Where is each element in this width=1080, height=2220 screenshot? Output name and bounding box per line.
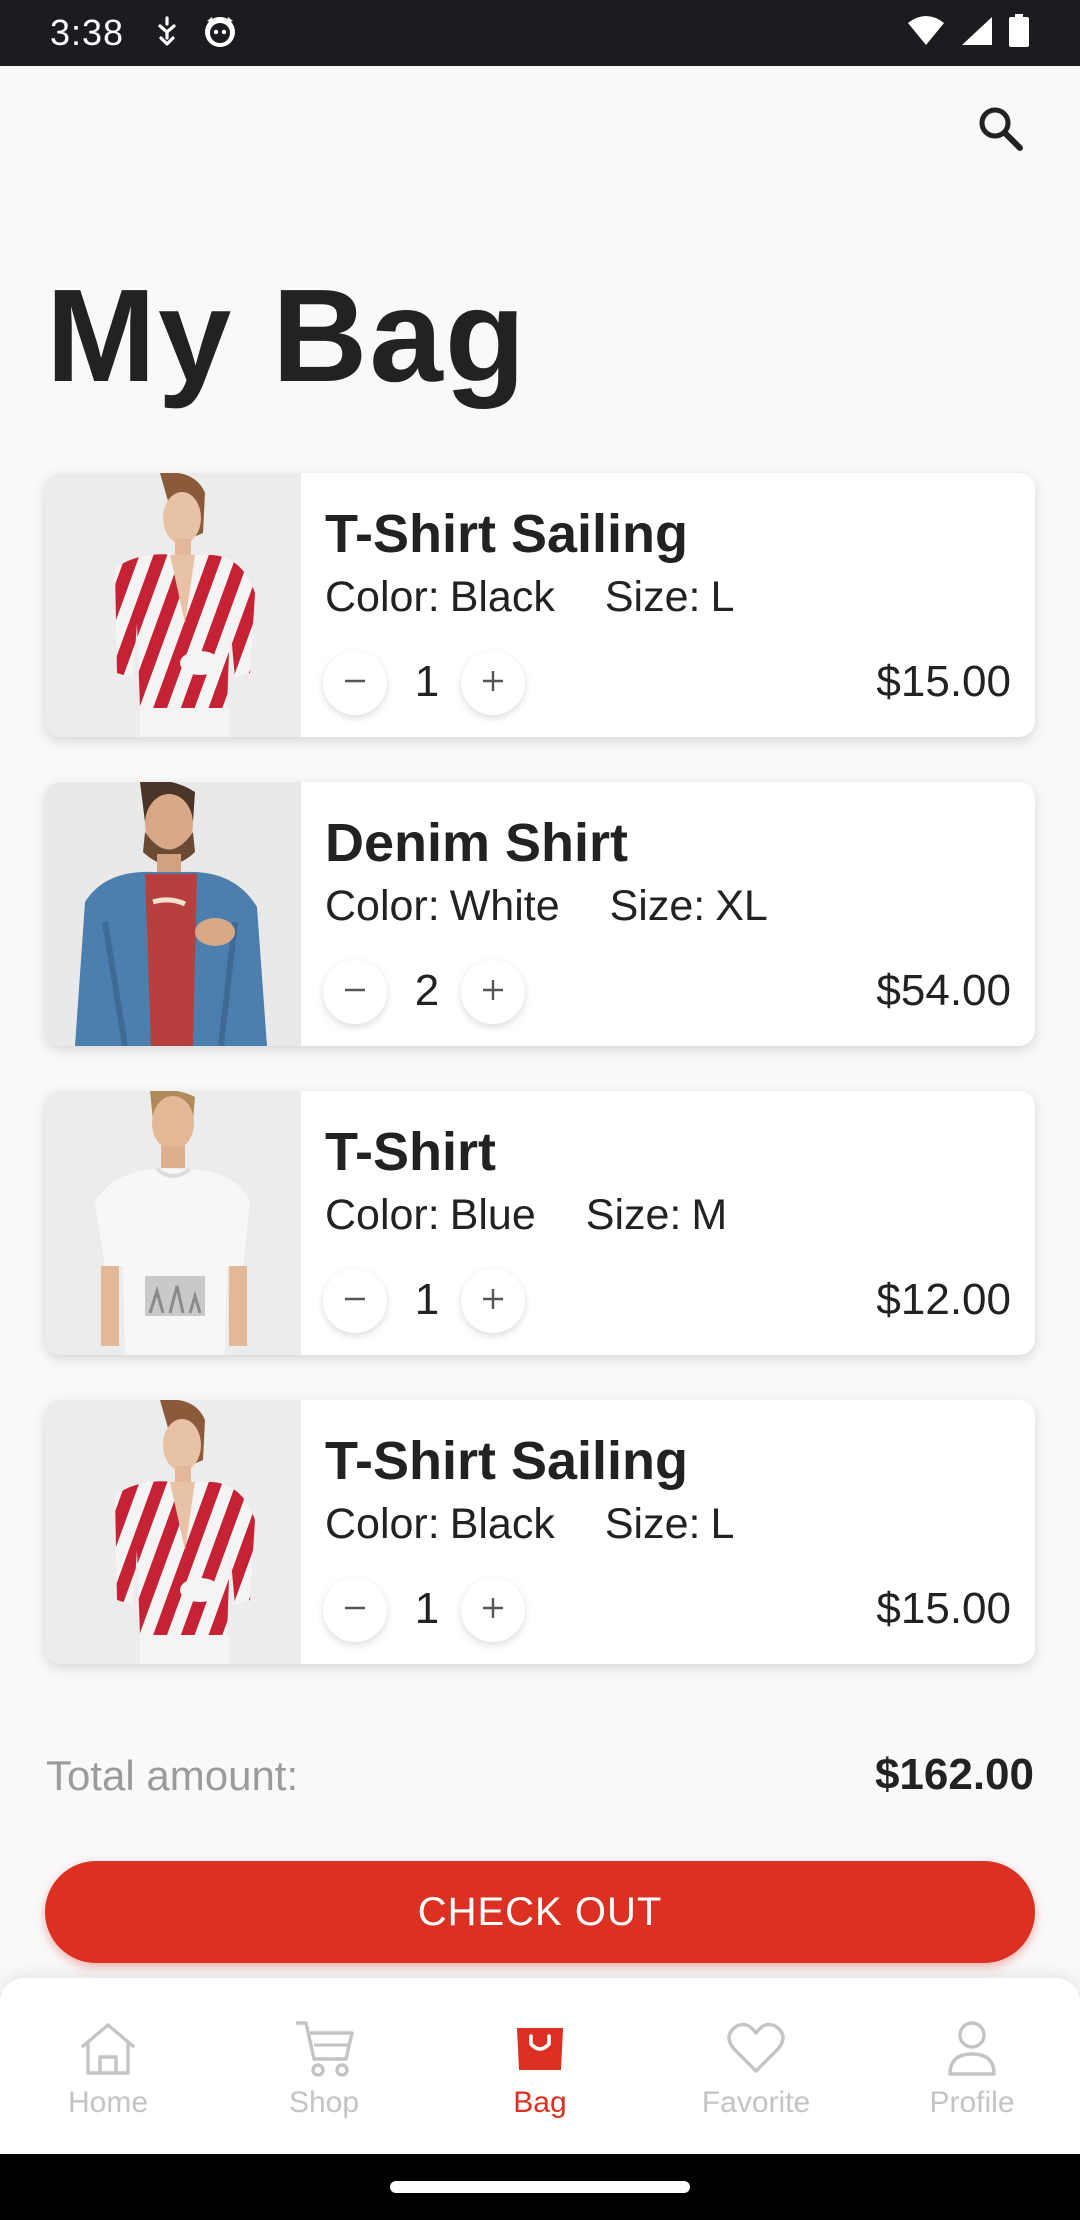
increase-quantity-button[interactable] [461,1269,525,1333]
battery-icon [1008,13,1030,53]
item-price: $54.00 [876,966,1011,1015]
quantity-value: 1 [414,657,440,706]
status-time: 3:38 [50,12,125,53]
total-amount-label: Total amount: [46,1752,299,1799]
nav-item-home[interactable]: Home [0,1978,216,2154]
status-bar: 3:38 [0,0,1080,66]
nav-item-profile[interactable]: Profile [864,1978,1080,2154]
checkout-button[interactable]: CHECK OUT [45,1861,1035,1963]
color-value: Blue [449,1191,536,1239]
signal-icon [960,15,994,52]
minus-icon [342,1595,368,1626]
item-name: T-Shirt Sailing [325,504,689,564]
product-image-striped-blouse[interactable] [45,1400,301,1664]
nav-label: Shop [288,2086,360,2119]
decrease-quantity-button[interactable] [323,651,387,715]
product-image-denim-shirt[interactable] [45,782,301,1046]
heart-icon [724,2016,788,2080]
status-notification-icons [154,13,238,54]
nav-label: Bag [513,2086,567,2119]
size-label: Size: [585,1191,682,1239]
system-gesture-bar [0,2154,1080,2220]
nav-item-bag[interactable]: Bag [432,1978,648,2154]
color-value: Black [449,1500,555,1548]
size-label: Size: [609,882,706,930]
color-label: Color: [325,573,440,621]
quantity-value: 1 [414,1275,440,1324]
decrease-quantity-button[interactable] [323,960,387,1024]
item-name: T-Shirt Sailing [325,1431,689,1491]
home-icon [76,2016,140,2080]
product-image-striped-blouse[interactable] [45,473,301,737]
plus-icon [480,1286,506,1317]
size-value: XL [715,882,768,930]
quantity-value: 1 [414,1584,440,1633]
size-value: L [710,573,735,621]
quantity-value: 2 [414,966,440,1015]
item-attributes: Color: Black Size: L [325,573,784,622]
increase-quantity-button[interactable] [461,960,525,1024]
size-label: Size: [604,573,701,621]
increase-quantity-button[interactable] [461,651,525,715]
plus-icon [480,977,506,1008]
nav-item-favorite[interactable]: Favorite [648,1978,864,2154]
color-label: Color: [325,882,440,930]
nav-label: Favorite [701,2086,811,2119]
nav-label: Home [67,2086,149,2119]
color-label: Color: [325,1191,440,1239]
plus-icon [480,668,506,699]
decrease-quantity-button[interactable] [323,1269,387,1333]
bag-item-card[interactable]: T-Shirt Color: Blue Size: M 1 $12.00 [45,1091,1035,1355]
size-value: M [691,1191,728,1239]
minus-icon [342,1286,368,1317]
total-amount-value: $162.00 [874,1750,1034,1799]
bottom-navigation: Home Shop Bag Favorite Profile [0,1978,1080,2154]
bag-item-card[interactable]: Denim Shirt Color: White Size: XL 2 $54.… [45,782,1035,1046]
plus-icon [480,1595,506,1626]
item-price: $15.00 [876,1584,1011,1633]
cat-face-icon [202,13,238,54]
increase-quantity-button[interactable] [461,1578,525,1642]
minus-icon [342,668,368,699]
cart-icon [292,2016,356,2080]
nav-item-shop[interactable]: Shop [216,1978,432,2154]
search-icon [975,103,1025,158]
bag-icon [508,2016,572,2080]
item-price: $15.00 [876,657,1011,706]
item-attributes: Color: White Size: XL [325,882,818,931]
item-attributes: Color: Blue Size: M [325,1191,777,1240]
search-button[interactable] [972,102,1028,158]
item-price: $12.00 [876,1275,1011,1324]
item-name: Denim Shirt [325,813,629,873]
size-label: Size: [604,1500,701,1548]
home-gesture-handle[interactable] [390,2181,690,2193]
bag-item-card[interactable]: T-Shirt Sailing Color: Black Size: L 1 $… [45,1400,1035,1664]
page-title: My Bag [46,262,528,409]
color-value: Black [449,573,555,621]
status-system-icons [906,13,1030,53]
wifi-icon [906,15,946,52]
profile-icon [940,2016,1004,2080]
color-value: White [449,882,560,930]
decrease-quantity-button[interactable] [323,1578,387,1642]
size-value: L [710,1500,735,1548]
data-saver-icon [154,15,180,51]
item-attributes: Color: Black Size: L [325,1500,784,1549]
bag-item-card[interactable]: T-Shirt Sailing Color: Black Size: L 1 $… [45,473,1035,737]
color-label: Color: [325,1500,440,1548]
product-image-white-tshirt[interactable] [45,1091,301,1355]
minus-icon [342,977,368,1008]
nav-label: Profile [929,2086,1015,2119]
item-name: T-Shirt [325,1122,496,1182]
